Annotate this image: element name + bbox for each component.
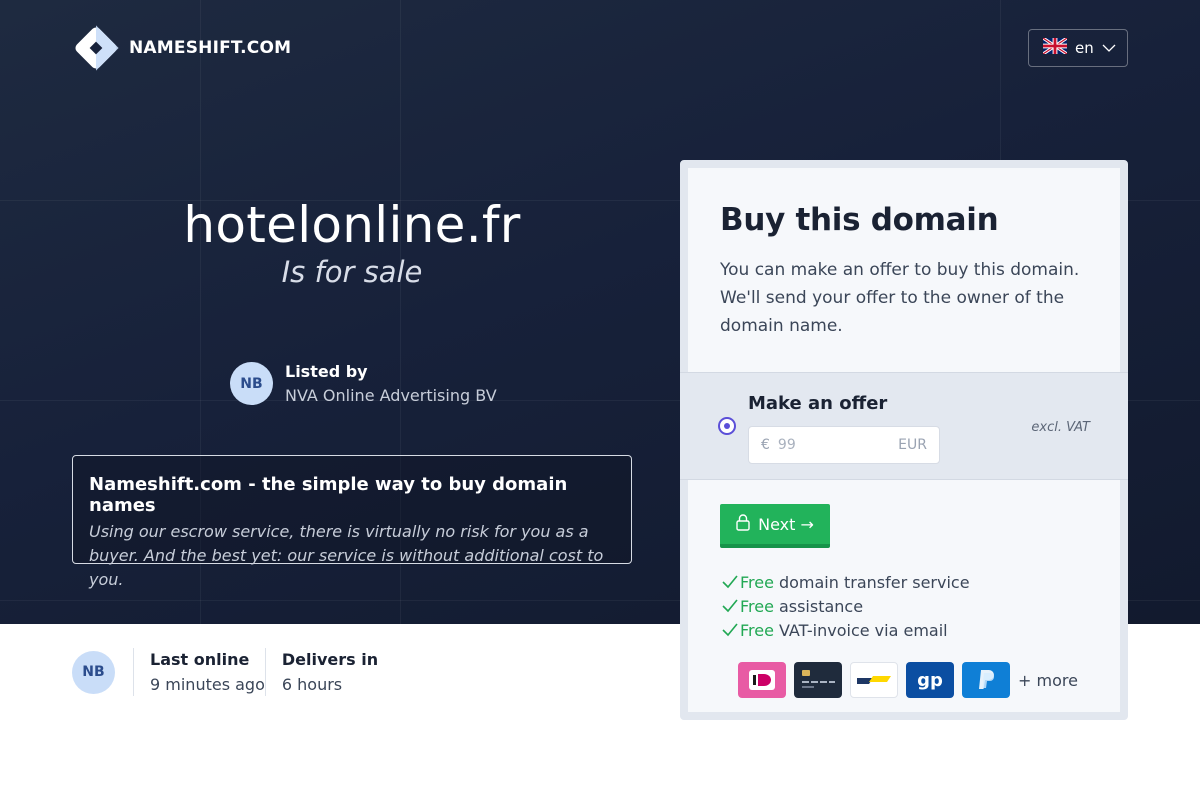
svg-text:gp: gp <box>917 670 943 691</box>
info-title: Nameshift.com - the simple way to buy do… <box>89 474 568 516</box>
make-offer-option[interactable]: Make an offer € EUR excl. VAT <box>680 372 1128 480</box>
list-item: Free domain transfer service <box>722 570 970 594</box>
buy-description: You can make an offer to buy this domain… <box>720 260 1080 336</box>
buy-domain-panel: Buy this domain You can make an offer to… <box>680 160 1128 720</box>
payment-methods: gp + more <box>738 662 1078 698</box>
more-payments-link[interactable]: + more <box>1018 671 1078 690</box>
offer-amount-input[interactable] <box>777 437 888 453</box>
delivers-in-stat: Delivers in 6 hours <box>264 648 379 696</box>
last-online-label: Last online <box>150 650 250 669</box>
list-item: Free VAT-invoice via email <box>722 618 970 642</box>
info-box: Nameshift.com - the simple way to buy do… <box>72 455 632 589</box>
nameshift-logo-icon <box>72 24 120 72</box>
list-item: Free assistance <box>722 594 970 618</box>
next-label: Next → <box>758 514 814 534</box>
perks-list: Free domain transfer service Free assist… <box>722 570 970 642</box>
for-sale-subtitle: Is for sale <box>281 255 423 289</box>
next-button[interactable]: Next → <box>720 504 830 548</box>
seller-avatar: NB <box>230 362 273 405</box>
checkmark-icon <box>722 599 738 613</box>
perk-text: VAT-invoice via email <box>778 620 948 640</box>
delivers-label: Delivers in <box>281 650 379 669</box>
seller-name: NVA Online Advertising BV <box>285 386 497 405</box>
brand-name: NAMESHIFT.COM <box>129 38 292 58</box>
last-online-stat: Last online 9 minutes ago <box>133 648 265 696</box>
seller-stats: NB Last online 9 minutes ago Delivers in… <box>72 648 378 696</box>
uk-flag-icon <box>1042 36 1068 58</box>
info-description: Using our escrow service, there is virtu… <box>89 522 604 589</box>
ideal-icon <box>738 662 786 698</box>
delivers-value: 6 hours <box>281 675 343 694</box>
paypal-icon <box>962 662 1010 698</box>
language-selector[interactable]: en <box>1028 29 1128 67</box>
offer-radio[interactable] <box>718 417 736 435</box>
checkmark-icon <box>722 623 738 637</box>
perk-free: Free <box>740 596 774 616</box>
checkmark-icon <box>722 575 738 589</box>
listed-by-label: Listed by <box>285 362 368 381</box>
perk-free: Free <box>740 620 774 640</box>
lock-icon <box>736 513 750 535</box>
credit-card-icon <box>794 662 842 698</box>
giropay-icon: gp <box>906 662 954 698</box>
seller-avatar: NB <box>72 650 115 694</box>
chevron-down-icon <box>1101 40 1117 60</box>
last-online-value: 9 minutes ago <box>150 675 265 694</box>
language-code: en <box>1075 39 1094 57</box>
offer-amount-field[interactable]: € EUR <box>748 426 940 464</box>
currency-code: EUR <box>898 437 927 453</box>
listed-by: NB Listed by NVA Online Advertising BV <box>230 362 497 405</box>
brand-logo[interactable]: NAMESHIFT.COM <box>72 24 291 72</box>
vat-note: excl. VAT <box>1031 420 1090 435</box>
bancontact-icon <box>850 662 898 698</box>
buy-intro: Buy this domain You can make an offer to… <box>688 168 1120 372</box>
currency-symbol: € <box>761 437 770 453</box>
perk-free: Free <box>740 572 774 592</box>
perk-text: assistance <box>778 596 864 616</box>
perk-text: domain transfer service <box>778 572 970 592</box>
domain-name-title: hotelonline.fr <box>183 196 521 254</box>
buy-title: Buy this domain <box>720 202 999 238</box>
make-offer-label: Make an offer <box>748 393 888 414</box>
